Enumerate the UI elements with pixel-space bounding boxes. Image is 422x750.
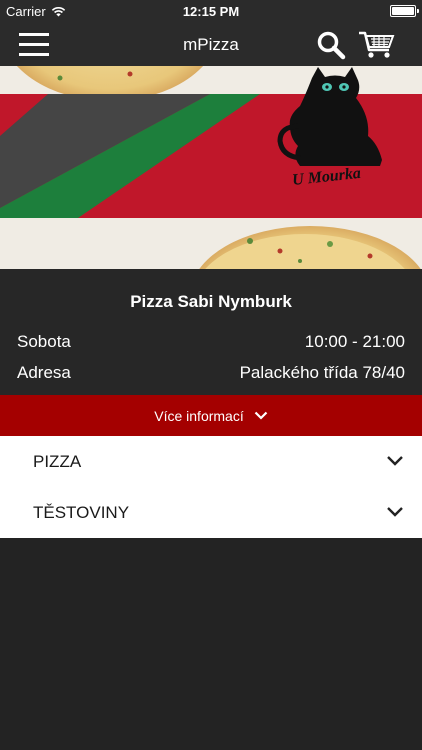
address-value: Palackého třída 78/40 <box>239 363 405 382</box>
navigation-bar: mPizza <box>0 22 422 66</box>
day-label: Sobota <box>17 332 71 351</box>
more-info-label: Více informací <box>154 407 244 424</box>
chevron-down-icon <box>387 507 403 517</box>
chevron-down-icon <box>254 411 268 420</box>
search-icon <box>317 31 346 60</box>
search-button[interactable] <box>316 30 346 60</box>
more-info-button[interactable]: Více informací <box>0 395 422 436</box>
category-list: PIZZA TĚSTOVINY <box>0 436 422 538</box>
address-label: Adresa <box>17 363 71 382</box>
hero-image: U Mourka <box>0 66 422 269</box>
address-row: Adresa Palackého třída 78/40 <box>17 363 405 383</box>
category-label: PIZZA <box>33 452 82 471</box>
battery-icon <box>390 5 419 17</box>
chevron-down-icon <box>387 456 403 466</box>
hero-banner: U Mourka <box>0 66 422 269</box>
category-label: TĚSTOVINY <box>33 503 130 522</box>
cart-icon <box>359 31 395 58</box>
opening-hours: 10:00 - 21:00 <box>304 332 405 351</box>
status-time: 12:15 PM <box>182 4 240 19</box>
status-bar: Carrier 12:15 PM <box>0 0 422 22</box>
opening-hours-row: Sobota 10:00 - 21:00 <box>17 332 405 352</box>
category-item-pizza[interactable]: PIZZA <box>0 436 422 487</box>
restaurant-info: Pizza Sabi Nymburk Sobota 10:00 - 21:00 … <box>0 269 422 395</box>
restaurant-name: Pizza Sabi Nymburk <box>130 292 292 311</box>
cart-button[interactable] <box>358 30 396 60</box>
category-item-testoviny[interactable]: TĚSTOVINY <box>0 487 422 538</box>
